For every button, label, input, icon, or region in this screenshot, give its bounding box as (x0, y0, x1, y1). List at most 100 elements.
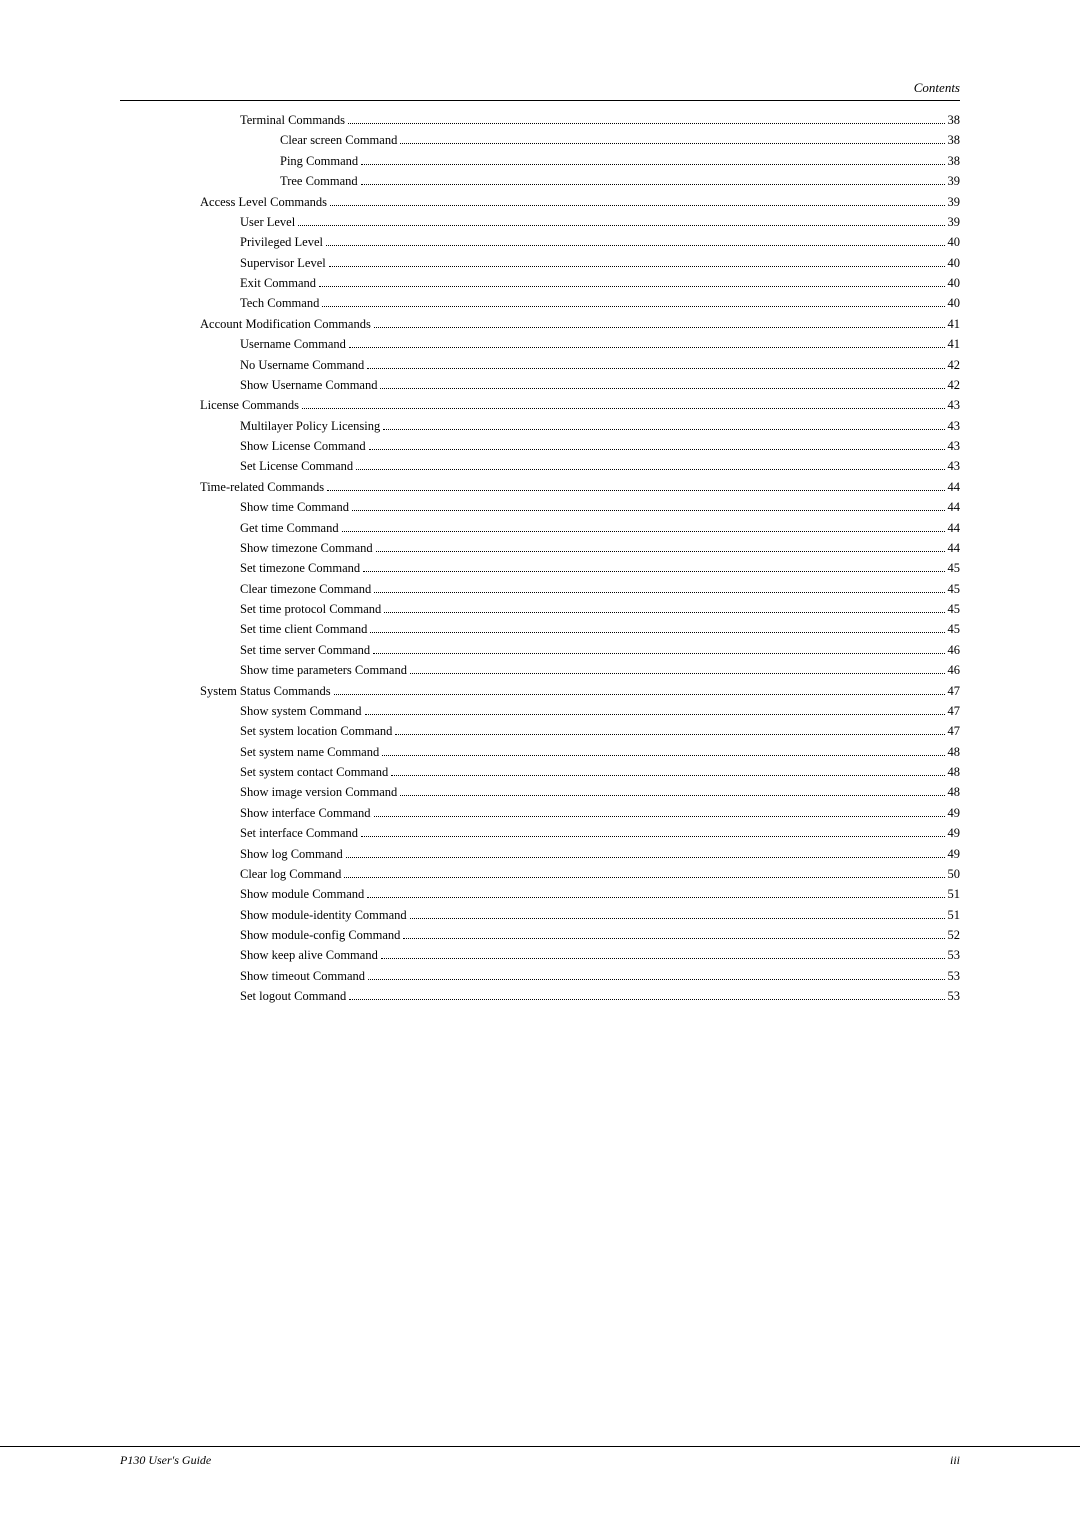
toc-page-number: 40 (948, 233, 961, 252)
toc-dots (334, 694, 945, 695)
toc-item: Set time protocol Command45 (200, 600, 960, 619)
header-title: Contents (914, 80, 960, 96)
toc-entry-text: User Level (240, 213, 295, 232)
toc-page-number: 42 (948, 356, 961, 375)
toc-dots (349, 347, 945, 348)
toc-page-number: 53 (948, 987, 961, 1006)
toc-page-number: 39 (948, 213, 961, 232)
toc-item: Show interface Command49 (200, 804, 960, 823)
toc-entry-text: Clear timezone Command (240, 580, 371, 599)
footer-page-number: iii (950, 1453, 960, 1468)
toc-dots (400, 795, 944, 796)
toc-dots (382, 755, 944, 756)
toc-page-number: 38 (948, 131, 961, 150)
toc-entry-text: Time-related Commands (200, 478, 324, 497)
toc-page-number: 48 (948, 743, 961, 762)
toc-page-number: 44 (948, 519, 961, 538)
toc-entry-text: Set system name Command (240, 743, 379, 762)
toc-page-number: 40 (948, 254, 961, 273)
toc-dots (374, 816, 945, 817)
toc-page-number: 43 (948, 437, 961, 456)
toc-dots (342, 531, 945, 532)
toc-entry-text: Show Username Command (240, 376, 377, 395)
toc-dots (370, 632, 944, 633)
toc-entry-text: Tree Command (280, 172, 358, 191)
toc-entry-text: Ping Command (280, 152, 358, 171)
toc-item: Set interface Command49 (200, 824, 960, 843)
toc-entry-text: License Commands (200, 396, 299, 415)
toc-entry-text: Account Modification Commands (200, 315, 371, 334)
toc-entry-text: Set system contact Command (240, 763, 388, 782)
toc-dots (363, 571, 944, 572)
toc-item: No Username Command42 (200, 356, 960, 375)
toc-dots (374, 327, 945, 328)
toc-item: Show Username Command42 (200, 376, 960, 395)
toc-entry-text: Show timezone Command (240, 539, 373, 558)
toc-entry-text: Show system Command (240, 702, 362, 721)
toc-item: System Status Commands47 (200, 682, 960, 701)
toc-page-number: 40 (948, 274, 961, 293)
toc-entry-text: Set time server Command (240, 641, 370, 660)
toc-entry-text: Show image version Command (240, 783, 397, 802)
toc-page-number: 44 (948, 539, 961, 558)
toc-page-number: 43 (948, 417, 961, 436)
toc-entry-text: Set timezone Command (240, 559, 360, 578)
page-footer: P130 User's Guide iii (0, 1446, 1080, 1468)
toc-item: Show module-identity Command51 (200, 906, 960, 925)
toc-entry-text: Set logout Command (240, 987, 346, 1006)
toc-item: Username Command41 (200, 335, 960, 354)
toc-item: Show keep alive Command53 (200, 946, 960, 965)
toc-dots (349, 999, 944, 1000)
toc-entry-text: Show module-config Command (240, 926, 400, 945)
toc-dots (346, 857, 945, 858)
toc-item: Show timezone Command 44 (200, 539, 960, 558)
toc-dots (400, 143, 944, 144)
toc-item: Clear log Command50 (200, 865, 960, 884)
page-header: Contents (120, 80, 960, 101)
toc-entry-text: Clear log Command (240, 865, 341, 884)
toc-dots (352, 510, 944, 511)
toc-page-number: 41 (948, 335, 961, 354)
toc-entry-text: Show log Command (240, 845, 343, 864)
toc-dots (373, 653, 944, 654)
toc-dots (344, 877, 944, 878)
toc-dots (298, 225, 944, 226)
toc-item: Show time parameters Command46 (200, 661, 960, 680)
toc-page-number: 49 (948, 845, 961, 864)
toc-entry-text: Clear screen Command (280, 131, 397, 150)
toc-page-number: 52 (948, 926, 961, 945)
toc-item: Privileged Level40 (200, 233, 960, 252)
toc-dots (361, 184, 945, 185)
toc-item: Set system location Command 47 (200, 722, 960, 741)
toc-page-number: 53 (948, 946, 961, 965)
toc-item: Tree Command39 (200, 172, 960, 191)
toc-dots (369, 449, 945, 450)
toc-item: User Level 39 (200, 213, 960, 232)
toc-page-number: 47 (948, 722, 961, 741)
toc-item: Supervisor Level40 (200, 254, 960, 273)
toc-dots (383, 429, 944, 430)
toc-item: Set system name Command 48 (200, 743, 960, 762)
toc-item: Set logout Command 53 (200, 987, 960, 1006)
toc-item: Terminal Commands38 (200, 111, 960, 130)
toc-item: Set system contact Command48 (200, 763, 960, 782)
toc-entry-text: Set system location Command (240, 722, 392, 741)
toc-item: Show image version Command 48 (200, 783, 960, 802)
toc-page-number: 48 (948, 783, 961, 802)
toc-item: Set time client Command45 (200, 620, 960, 639)
toc-dots (361, 164, 944, 165)
toc-container: Terminal Commands38Clear screen Command 3… (120, 111, 960, 1007)
toc-item: Clear timezone Command45 (200, 580, 960, 599)
toc-entry-text: Show interface Command (240, 804, 371, 823)
toc-dots (356, 469, 944, 470)
toc-page-number: 45 (948, 559, 961, 578)
toc-item: Show License Command43 (200, 437, 960, 456)
toc-page-number: 51 (948, 906, 961, 925)
toc-item: Set timezone Command 45 (200, 559, 960, 578)
toc-item: Set License Command43 (200, 457, 960, 476)
toc-page-number: 45 (948, 620, 961, 639)
toc-dots (395, 734, 944, 735)
toc-entry-text: Access Level Commands (200, 193, 327, 212)
toc-page-number: 43 (948, 457, 961, 476)
toc-page-number: 43 (948, 396, 961, 415)
